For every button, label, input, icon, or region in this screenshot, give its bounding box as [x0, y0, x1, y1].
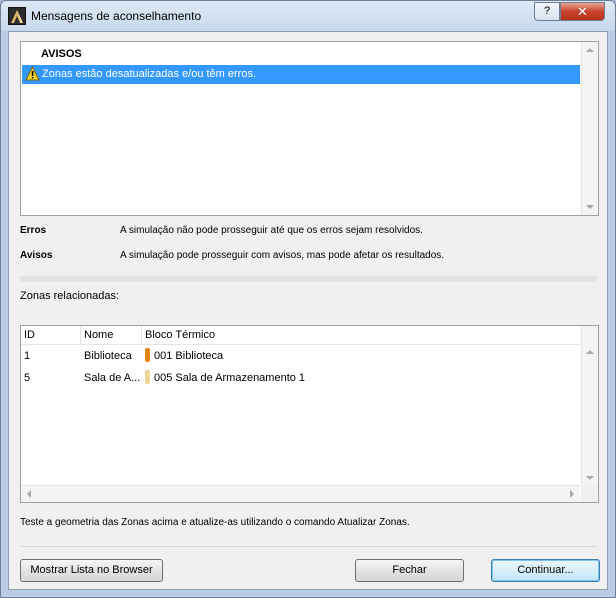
warnings-header: AVISOS [41, 48, 82, 60]
zones-table[interactable]: ID Nome Bloco Térmico 1 Biblioteca 001 B… [20, 325, 599, 503]
column-header-block[interactable]: Bloco Térmico [145, 329, 215, 341]
column-divider[interactable] [141, 326, 142, 344]
title-bar[interactable]: Mensagens de aconselhamento ? ✕ [1, 1, 615, 31]
zones-horizontal-scrollbar[interactable] [21, 485, 580, 502]
warning-text: Zonas estão desatualizadas e/ou têm erro… [42, 68, 257, 80]
column-divider[interactable] [80, 326, 81, 344]
cell-id: 5 [24, 372, 31, 384]
table-header: ID Nome Bloco Térmico [21, 326, 580, 345]
dialog-body: AVISOS Zonas estão desatualizadas e/ou t… [8, 31, 608, 590]
scroll-up-icon[interactable] [586, 350, 594, 354]
window-title: Mensagens de aconselhamento [31, 9, 202, 23]
zones-vertical-scrollbar[interactable] [581, 326, 598, 486]
archicad-icon [8, 7, 26, 25]
warning-icon [25, 65, 40, 84]
block-color-swatch [145, 348, 150, 362]
scrollbar-corner [581, 485, 598, 502]
close-button[interactable]: Fechar [355, 559, 464, 582]
warnings-list[interactable]: AVISOS Zonas estão desatualizadas e/ou t… [20, 41, 599, 216]
cell-name: Sala de A... [84, 372, 141, 384]
column-header-name[interactable]: Nome [84, 329, 113, 341]
warnings-scrollbar[interactable] [581, 42, 598, 215]
scroll-down-icon[interactable] [586, 476, 594, 480]
block-color-swatch [145, 370, 150, 384]
legend-description: A simulação pode prosseguir com avisos, … [120, 250, 445, 261]
cell-block: 001 Biblioteca [154, 350, 224, 362]
close-window-button[interactable]: ✕ [560, 2, 605, 21]
related-zones-label: Zonas relacionadas: [20, 290, 120, 302]
legend-term: Avisos [20, 250, 53, 261]
show-list-in-browser-button[interactable]: Mostrar Lista no Browser [20, 559, 163, 582]
warning-row[interactable]: Zonas estão desatualizadas e/ou têm erro… [22, 65, 580, 84]
hint-text: Teste a geometria das Zonas acima e atua… [20, 517, 410, 528]
table-row[interactable]: 5 Sala de A... 005 Sala de Armazenamento… [21, 368, 580, 388]
cell-id: 1 [24, 350, 31, 362]
cell-block: 005 Sala de Armazenamento 1 [154, 372, 306, 384]
continue-button[interactable]: Continuar... [491, 559, 600, 582]
table-row[interactable]: 1 Biblioteca 001 Biblioteca [21, 346, 580, 366]
legend-term: Erros [20, 225, 47, 236]
footer-divider [20, 546, 597, 547]
column-header-id[interactable]: ID [24, 329, 35, 341]
scroll-down-icon[interactable] [586, 205, 594, 209]
help-button[interactable]: ? [534, 2, 560, 21]
scroll-up-icon[interactable] [586, 48, 594, 52]
dialog-window: Mensagens de aconselhamento ? ✕ AVISOS Z… [0, 0, 616, 598]
separator [20, 276, 597, 282]
legend-description: A simulação não pode prosseguir até que … [120, 225, 423, 236]
scroll-left-icon[interactable] [27, 490, 31, 498]
scroll-right-icon[interactable] [570, 490, 574, 498]
cell-name: Biblioteca [84, 350, 132, 362]
